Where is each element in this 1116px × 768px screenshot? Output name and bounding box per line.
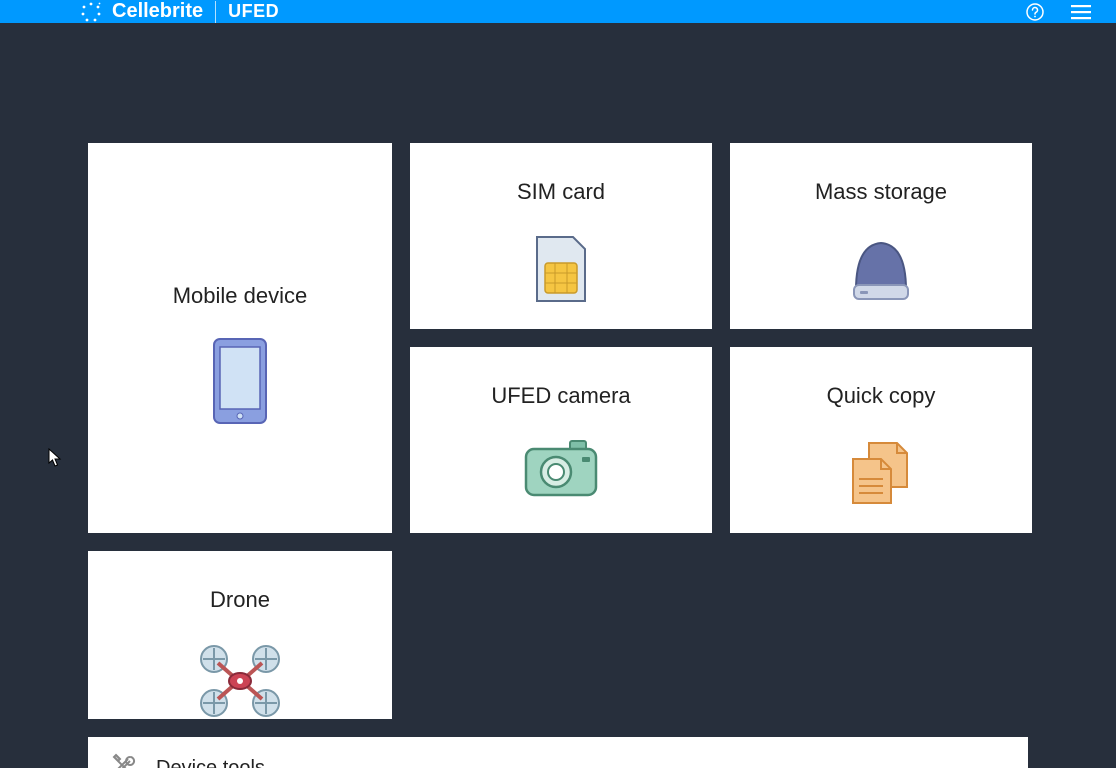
- brand-name: Cellebrite: [112, 0, 203, 23]
- tile-label-drone: Drone: [210, 587, 270, 613]
- app-header: Cellebrite UFED: [0, 0, 1116, 23]
- tile-grid: Mobile device SIM card: [88, 143, 1028, 719]
- tile-label-quick: Quick copy: [827, 383, 936, 409]
- logo-icon: [80, 1, 102, 23]
- quick-copy-icon: [843, 439, 919, 509]
- tile-mass-storage[interactable]: Mass storage: [730, 143, 1032, 329]
- device-tools-label: Device tools: [156, 757, 265, 768]
- tools-icon: [108, 751, 138, 768]
- drone-icon: [198, 643, 282, 719]
- device-tools-bar[interactable]: Device tools: [88, 737, 1028, 768]
- tile-quick-copy[interactable]: Quick copy: [730, 347, 1032, 533]
- mass-storage-icon: [846, 235, 916, 305]
- cursor-icon: [48, 448, 62, 473]
- camera-icon: [522, 439, 600, 499]
- tile-drone[interactable]: Drone: [88, 551, 392, 719]
- main-area: Mobile device SIM card: [0, 23, 1116, 768]
- help-icon[interactable]: [1026, 3, 1044, 21]
- tile-label-sim: SIM card: [517, 179, 605, 205]
- mobile-device-icon: [212, 337, 268, 425]
- tile-ufed-camera[interactable]: UFED camera: [410, 347, 712, 533]
- header-actions: [1026, 3, 1092, 21]
- tile-mobile-device[interactable]: Mobile device: [88, 143, 392, 533]
- tile-label-mass: Mass storage: [815, 179, 947, 205]
- product-name: UFED: [228, 1, 279, 22]
- tile-label-camera: UFED camera: [491, 383, 630, 409]
- tile-label-mobile: Mobile device: [173, 283, 308, 309]
- brand-separator: [215, 1, 216, 23]
- tile-sim-card[interactable]: SIM card: [410, 143, 712, 329]
- sim-card-icon: [535, 235, 587, 303]
- brand: Cellebrite: [80, 0, 203, 23]
- menu-icon[interactable]: [1070, 3, 1092, 21]
